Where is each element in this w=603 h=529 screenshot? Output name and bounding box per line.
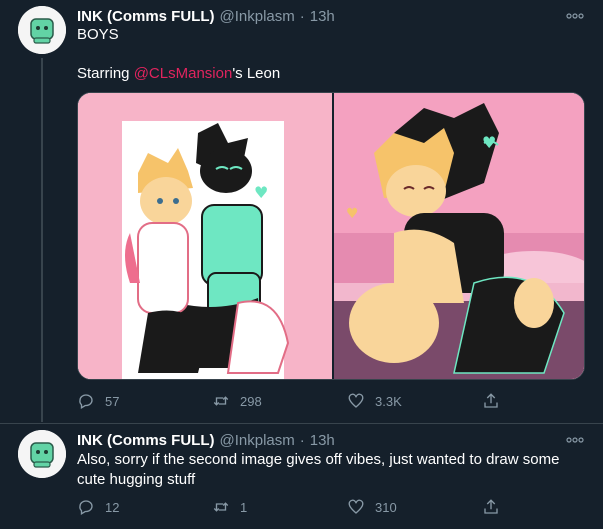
media-image-1[interactable]: ♥: [78, 93, 332, 379]
author-name[interactable]: INK (Comms FULL): [77, 432, 215, 449]
tweet-text-line-1: BOYS: [77, 26, 119, 43]
tweet-actions: 57 298 3.3K: [77, 391, 507, 411]
separator-dot: ·: [299, 431, 305, 449]
more-horizontal-icon[interactable]: [565, 434, 585, 448]
svg-text:♥: ♥: [482, 133, 496, 152]
like-count: 310: [375, 499, 397, 515]
reply-count: 57: [105, 393, 120, 409]
retweet-button[interactable]: 298: [212, 392, 347, 410]
reply-icon: [79, 394, 93, 409]
share-button[interactable]: [482, 392, 500, 410]
tweet-time[interactable]: 13h: [310, 8, 335, 25]
tweet-media-grid[interactable]: ♥ ♥ ♥: [77, 92, 585, 380]
avatar[interactable]: [18, 430, 66, 478]
separator-dot: ·: [299, 7, 305, 25]
svg-text:♥: ♥: [346, 206, 359, 222]
tweet-actions: 12 1 310: [77, 497, 507, 517]
author-name[interactable]: INK (Comms FULL): [77, 8, 215, 25]
share-icon: [484, 393, 498, 408]
heart-icon: [348, 499, 364, 514]
like-button[interactable]: 310: [347, 498, 482, 516]
tweet-text-suffix: 's Leon: [232, 65, 281, 82]
reply-count: 12: [105, 499, 120, 515]
avatar[interactable]: [18, 6, 66, 54]
more-horizontal-icon[interactable]: [565, 10, 585, 24]
like-button[interactable]: 3.3K: [347, 392, 482, 410]
like-count: 3.3K: [375, 393, 402, 409]
avatar-image: [18, 430, 66, 478]
avatar-image: [18, 6, 66, 54]
svg-text:♥: ♥: [254, 183, 268, 202]
tweet-header: INK (Comms FULL) @Inkplasm · 13h: [77, 430, 335, 450]
retweet-button[interactable]: 1: [212, 498, 347, 516]
reply-icon: [79, 500, 93, 515]
share-button[interactable]: [482, 498, 500, 516]
tweet-text: Also, sorry if the second image gives of…: [77, 451, 560, 488]
author-handle[interactable]: @Inkplasm: [220, 432, 295, 449]
retweet-icon: [213, 502, 229, 512]
thread-connector-line: [41, 58, 43, 422]
author-handle[interactable]: @Inkplasm: [220, 8, 295, 25]
tweet[interactable]: INK (Comms FULL) @Inkplasm · 13h Also, s…: [0, 424, 603, 529]
tweet-time[interactable]: 13h: [310, 432, 335, 449]
retweet-count: 298: [240, 393, 262, 409]
artwork-hug-sitting: ♥ ♥: [334, 93, 584, 379]
artwork-hug-standing: ♥: [78, 93, 332, 379]
media-image-2[interactable]: ♥ ♥: [332, 93, 584, 379]
tweet-text-prefix: Starring: [77, 65, 134, 82]
reply-button[interactable]: 12: [77, 498, 212, 516]
tweet-header: INK (Comms FULL) @Inkplasm · 13h: [77, 6, 335, 26]
mention-link[interactable]: @CLsMansion: [134, 65, 233, 82]
retweet-count: 1: [240, 499, 248, 515]
tweet-text-line-2: Starring @CLsMansion's Leon: [77, 64, 577, 84]
tweet[interactable]: INK (Comms FULL) @Inkplasm · 13h BOYS St…: [0, 0, 603, 424]
heart-icon: [348, 393, 364, 408]
reply-button[interactable]: 57: [77, 392, 212, 410]
share-icon: [484, 499, 498, 514]
retweet-icon: [213, 396, 229, 406]
